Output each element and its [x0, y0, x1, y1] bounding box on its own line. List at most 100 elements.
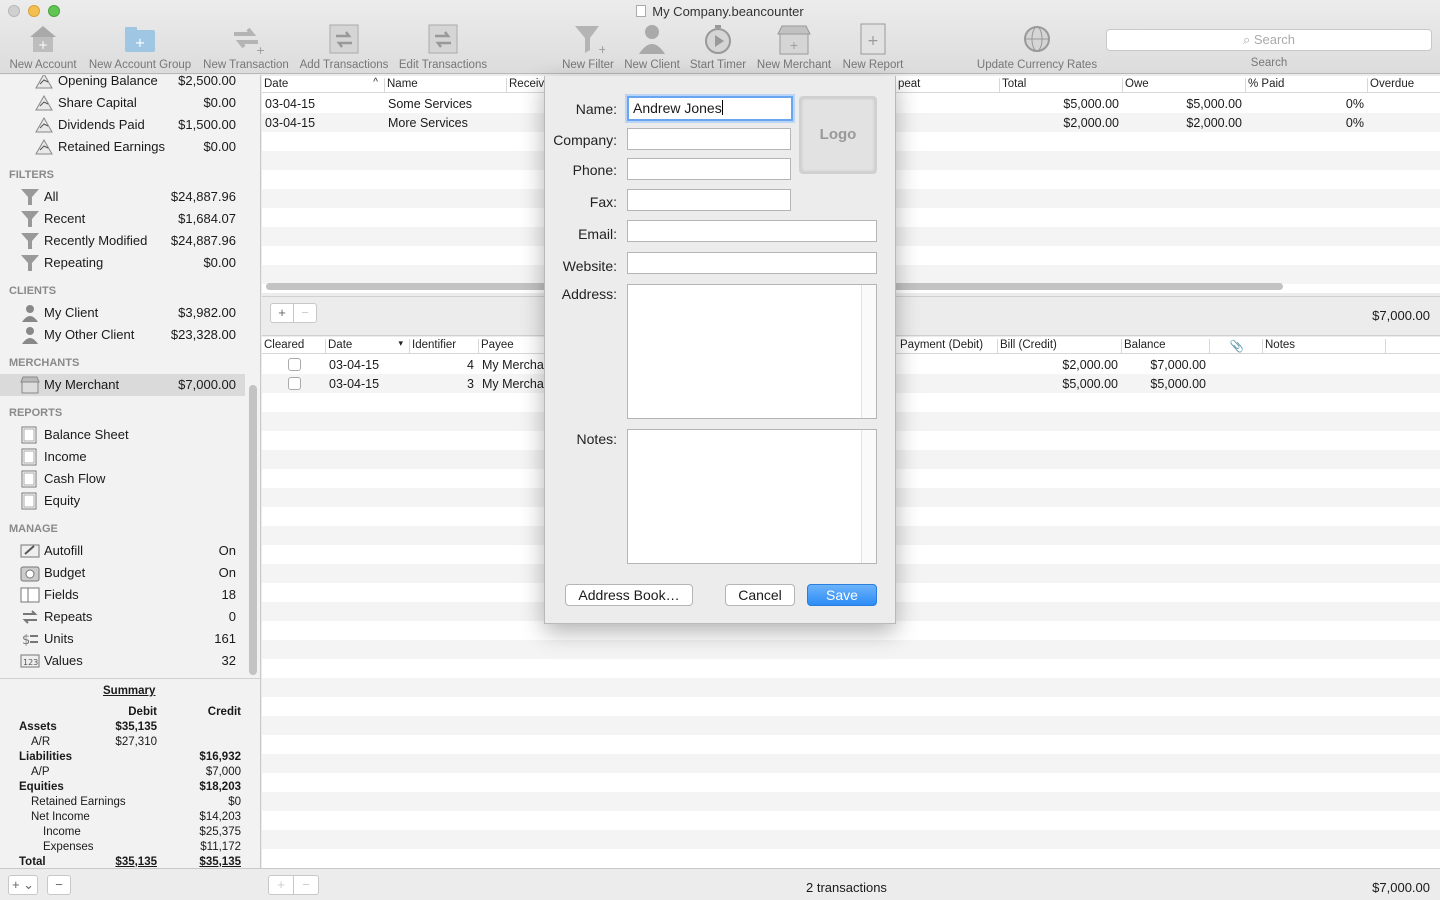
toolbar: My Company.beancounter + New Account + N… [0, 0, 1440, 74]
edit-transactions-button[interactable]: Edit Transactions [396, 22, 490, 71]
column-header-payment[interactable]: Payment (Debit) [898, 339, 998, 354]
remove-transaction-button[interactable]: − [293, 875, 319, 895]
column-header-owe[interactable]: Owe [1123, 78, 1246, 93]
sidebar-add-menu-button[interactable]: + ⌄ [8, 875, 38, 895]
merchant-icon [20, 376, 40, 394]
sidebar-item-values[interactable]: 123 Values 32 [0, 650, 245, 672]
new-merchant-button[interactable]: + New Merchant [754, 22, 834, 71]
search-label: Search [1250, 57, 1288, 69]
sidebar-item-filter-recently-modified[interactable]: Recently Modified $24,887.96 [0, 230, 245, 252]
sidebar-item-my-other-client[interactable]: My Other Client $23,328.00 [0, 324, 245, 346]
logo-image-well[interactable]: Logo [799, 96, 877, 174]
summary-row: A/P $7,000 [31, 766, 241, 778]
add-invoice-button[interactable]: + [270, 303, 294, 323]
summary-title: Summary [103, 685, 156, 697]
sidebar-item-cash-flow[interactable]: Cash Flow [0, 468, 245, 490]
cleared-checkbox[interactable] [288, 358, 301, 371]
name-field[interactable]: Andrew Jones [627, 96, 793, 121]
new-account-button[interactable]: + New Account [6, 22, 80, 71]
column-header-notes[interactable]: Notes [1263, 339, 1386, 354]
search-input[interactable]: ⌕ Search [1106, 29, 1432, 51]
sidebar-item-share-capital[interactable]: Share Capital $0.00 [0, 92, 245, 114]
new-account-group-icon: + [86, 22, 194, 56]
start-timer-button[interactable]: Start Timer [686, 22, 750, 71]
website-field[interactable] [627, 252, 877, 274]
sidebar-item-opening-balance[interactable]: Opening Balance $2,500.00 [0, 75, 245, 92]
column-header-overdue[interactable]: Overdue [1368, 78, 1440, 93]
search-icon: ⌕ [1242, 32, 1254, 47]
column-header-total[interactable]: Total [1000, 78, 1123, 93]
sidebar-item-balance-sheet[interactable]: Balance Sheet [0, 424, 245, 446]
column-header-payee[interactable]: Payee [479, 339, 549, 354]
summary-row: Expenses $11,172 [43, 841, 241, 853]
website-label: Website: [562, 258, 617, 274]
filter-icon [20, 232, 40, 250]
address-label: Address: [561, 286, 617, 302]
transaction-count: 2 transactions [806, 880, 887, 895]
new-client-button[interactable]: New Client [620, 22, 684, 71]
column-header-identifier[interactable]: Identifier [410, 339, 479, 354]
address-scrollbar[interactable] [861, 285, 876, 418]
update-currency-rates-button[interactable]: Update Currency Rates [972, 22, 1102, 71]
summary-row: Retained Earnings $0 [31, 796, 241, 808]
notes-field[interactable] [627, 429, 877, 564]
address-field[interactable] [627, 284, 877, 419]
sidebar-item-units[interactable]: $ Units 161 [0, 628, 245, 650]
save-button[interactable]: Save [807, 584, 877, 606]
timer-icon [686, 22, 750, 56]
email-label: Email: [578, 226, 617, 242]
sidebar-item-retained-earnings[interactable]: Retained Earnings $0.00 [0, 136, 245, 158]
summary-row: A/R $27,310 [31, 736, 157, 748]
attachment-icon[interactable]: 📎 [1210, 339, 1263, 354]
cancel-button[interactable]: Cancel [725, 584, 795, 606]
new-transaction-button[interactable]: + New Transaction [200, 22, 292, 71]
sidebar-item-filter-all[interactable]: All $24,887.96 [0, 186, 245, 208]
sidebar-remove-button[interactable]: − [47, 875, 71, 895]
repeats-icon [20, 608, 40, 626]
new-account-group-button[interactable]: + New Account Group [86, 22, 194, 71]
sidebar-item-filter-recent[interactable]: Recent $1,684.07 [0, 208, 245, 230]
sidebar-item-fields[interactable]: Fields 18 [0, 584, 245, 606]
document-icon [636, 5, 647, 17]
notes-scrollbar[interactable] [861, 430, 876, 563]
phone-field[interactable] [627, 158, 791, 180]
name-label: Name: [575, 101, 617, 117]
values-icon: 123 [20, 652, 40, 670]
column-header-receive[interactable]: Receiv [507, 78, 547, 93]
email-field[interactable] [627, 220, 877, 242]
column-header-paid[interactable]: % Paid [1246, 78, 1368, 93]
column-header-name[interactable]: Name [385, 78, 507, 93]
company-field[interactable] [627, 128, 791, 150]
address-book-button[interactable]: Address Book… [565, 584, 693, 606]
sidebar-item-autofill[interactable]: Autofill On [0, 540, 245, 562]
column-header-date[interactable]: Date ▾ [326, 338, 410, 354]
section-manage: MANAGE [9, 523, 58, 535]
equity-account-icon [34, 94, 54, 112]
sidebar-scrollbar[interactable] [249, 385, 257, 675]
sidebar-item-repeats[interactable]: Repeats 0 [0, 606, 245, 628]
sidebar-item-filter-repeating[interactable]: Repeating $0.00 [0, 252, 245, 274]
column-header-bill[interactable]: Bill (Credit) [998, 339, 1122, 354]
new-filter-button[interactable]: + New Filter [558, 22, 618, 71]
add-transactions-button[interactable]: Add Transactions [296, 22, 392, 71]
column-header-cleared[interactable]: Cleared [262, 339, 326, 354]
sidebar-item-income-report[interactable]: Income [0, 446, 245, 468]
add-transaction-button[interactable]: + [268, 875, 294, 895]
column-header-repeat[interactable]: peat [896, 78, 1000, 93]
column-header-balance[interactable]: Balance [1122, 339, 1210, 354]
new-report-button[interactable]: + New Report [838, 22, 908, 71]
sidebar-item-budget[interactable]: Budget On [0, 562, 245, 584]
svg-text:+: + [598, 43, 605, 56]
company-label: Company: [553, 132, 617, 148]
remove-invoice-button[interactable]: − [293, 303, 317, 323]
status-bar: + ⌄ − + − 2 transactions $7,000.00 [0, 868, 1440, 900]
column-header-date[interactable]: Date ^ [262, 77, 385, 93]
sidebar-item-equity-report[interactable]: Equity [0, 490, 245, 512]
autofill-icon [20, 542, 40, 560]
invoices-total: $7,000.00 [1372, 308, 1430, 323]
sidebar-item-dividends-paid[interactable]: Dividends Paid $1,500.00 [0, 114, 245, 136]
sidebar-item-my-client[interactable]: My Client $3,982.00 [0, 302, 245, 324]
sidebar-item-my-merchant[interactable]: My Merchant $7,000.00 [0, 374, 245, 396]
fax-field[interactable] [627, 189, 791, 211]
cleared-checkbox[interactable] [288, 377, 301, 390]
